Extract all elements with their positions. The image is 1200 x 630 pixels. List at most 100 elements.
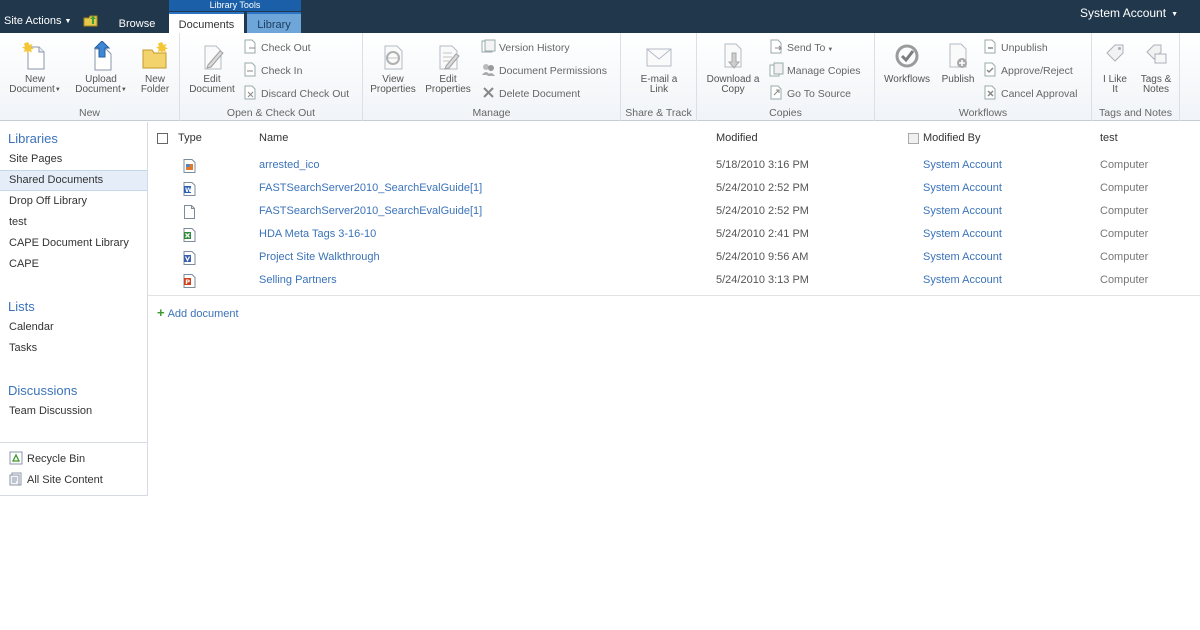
view-properties-label-2: Properties	[370, 84, 416, 95]
document-link[interactable]: Project Site Walkthrough	[259, 251, 380, 263]
envelope-icon	[646, 48, 672, 67]
version-history-button[interactable]: Version History	[481, 39, 570, 56]
plus-icon: +	[157, 305, 165, 320]
nav-heading-libraries[interactable]: Libraries	[8, 131, 58, 146]
document-link[interactable]: FASTSearchServer2010_SearchEvalGuide[1]	[259, 182, 482, 194]
new-folder-button[interactable]: New Folder	[136, 41, 174, 95]
document-permissions-button[interactable]: Document Permissions	[481, 62, 607, 79]
add-document-link[interactable]: + Add document	[157, 305, 239, 320]
test-value: Computer	[1100, 228, 1149, 240]
workflows-button[interactable]: Workflows	[879, 41, 935, 85]
nav-item-calendar[interactable]: Calendar	[0, 317, 147, 338]
excel-doc-icon[interactable]	[183, 228, 196, 242]
document-link[interactable]: Selling Partners	[259, 274, 337, 286]
chevron-down-icon: ▼	[120, 87, 127, 93]
account-menu[interactable]: System Account ▼	[1080, 6, 1178, 20]
delete-document-label: Delete Document	[499, 88, 581, 100]
workflows-label: Workflows	[884, 74, 930, 85]
discard-check-out-button[interactable]: Discard Check Out	[243, 85, 349, 102]
test-value: Computer	[1100, 205, 1149, 217]
recycle-bin-link[interactable]: Recycle Bin	[9, 450, 85, 468]
upload-document-button[interactable]: Upload Document▼	[70, 41, 132, 95]
manage-copies-icon	[769, 62, 784, 77]
nav-heading-lists[interactable]: Lists	[8, 299, 35, 314]
image-file-icon[interactable]	[183, 159, 196, 173]
tab-documents[interactable]: Documents	[169, 12, 244, 34]
nav-item-tasks[interactable]: Tasks	[0, 338, 147, 359]
approve-reject-label: Approve/Reject	[1001, 65, 1073, 77]
publish-icon	[949, 43, 967, 68]
all-site-content-link[interactable]: All Site Content	[9, 471, 103, 489]
modified-by-link[interactable]: System Account	[923, 228, 1002, 240]
document-link[interactable]: FASTSearchServer2010_SearchEvalGuide[1]	[259, 205, 482, 217]
delete-document-button[interactable]: Delete Document	[481, 85, 580, 102]
modified-by-filter-checkbox[interactable]	[908, 133, 919, 144]
nav-item-cape-document-library[interactable]: CAPE Document Library	[0, 233, 147, 254]
column-header-modified-by[interactable]: Modified By	[923, 132, 980, 144]
tab-library[interactable]: Library	[247, 12, 301, 33]
modified-by-link[interactable]: System Account	[923, 182, 1002, 194]
column-header-type[interactable]: Type	[178, 132, 202, 144]
nav-item-test[interactable]: test	[0, 212, 147, 233]
tags-notes-button[interactable]: Tags & Notes	[1136, 41, 1176, 95]
nav-item-shared-documents[interactable]: Shared Documents	[0, 170, 147, 191]
modified-date: 5/24/2010 2:52 PM	[716, 182, 809, 194]
delete-icon	[483, 87, 494, 98]
modified-by-link[interactable]: System Account	[923, 159, 1002, 171]
new-folder-label-2: Folder	[140, 84, 170, 95]
email-link-button[interactable]: E-mail a Link	[631, 41, 687, 95]
nav-item-team-discussion[interactable]: Team Discussion	[0, 401, 147, 422]
modified-by-link[interactable]: System Account	[923, 274, 1002, 286]
new-folder-icon	[142, 42, 168, 69]
upload-document-label-2: Document	[75, 84, 121, 95]
test-value: Computer	[1100, 159, 1149, 171]
nav-item-drop-off-library[interactable]: Drop Off Library	[0, 191, 147, 212]
column-header-modified[interactable]: Modified	[716, 132, 758, 144]
chevron-down-icon: ▼	[54, 87, 61, 93]
chevron-down-icon: ▼	[64, 18, 72, 25]
edit-document-button[interactable]: Edit Document	[184, 41, 240, 95]
send-to-button[interactable]: Send To ▼	[769, 39, 833, 56]
column-header-test[interactable]: test	[1100, 132, 1118, 144]
go-to-source-button[interactable]: Go To Source	[769, 85, 851, 102]
navigate-up-icon[interactable]	[83, 13, 100, 27]
unpublish-label: Unpublish	[1001, 42, 1048, 54]
unpublish-button[interactable]: Unpublish	[983, 39, 1048, 56]
approve-reject-button[interactable]: Approve/Reject	[983, 62, 1073, 79]
select-all-checkbox[interactable]	[157, 133, 168, 144]
modified-by-link[interactable]: System Account	[923, 251, 1002, 263]
cancel-approval-button[interactable]: Cancel Approval	[983, 85, 1077, 102]
visio-doc-icon[interactable]	[183, 251, 196, 265]
download-copy-button[interactable]: Download a Copy	[701, 41, 765, 95]
nav-item-cape[interactable]: CAPE	[0, 254, 147, 275]
tags-notes-icon	[1146, 44, 1167, 64]
view-properties-button[interactable]: View Properties	[367, 41, 419, 95]
powerpoint-doc-icon[interactable]: P	[183, 274, 196, 288]
edit-properties-button[interactable]: Edit Properties	[421, 41, 475, 95]
check-in-button[interactable]: Check In	[243, 62, 302, 79]
discard-check-out-icon	[244, 85, 256, 100]
ribbon-group-copies-label: Copies	[769, 107, 802, 119]
i-like-it-button[interactable]: I Like It	[1098, 41, 1132, 95]
modified-by-link[interactable]: System Account	[923, 205, 1002, 217]
modified-date: 5/24/2010 3:13 PM	[716, 274, 809, 286]
site-actions-menu[interactable]: Site Actions ▼	[4, 15, 71, 27]
document-link[interactable]: arrested_ico	[259, 159, 320, 171]
tab-browse[interactable]: Browse	[112, 16, 162, 33]
nav-item-site-pages[interactable]: Site Pages	[0, 149, 147, 170]
version-history-icon	[481, 39, 496, 53]
document-link[interactable]: HDA Meta Tags 3-16-10	[259, 228, 376, 240]
check-out-icon	[244, 39, 256, 54]
list-divider	[148, 295, 1200, 296]
publish-button[interactable]: Publish	[937, 41, 979, 85]
publish-label: Publish	[941, 74, 975, 85]
manage-copies-button[interactable]: Manage Copies	[769, 62, 861, 79]
check-out-button[interactable]: Check Out	[243, 39, 311, 56]
column-header-name[interactable]: Name	[259, 132, 288, 144]
new-document-button[interactable]: New Document▼	[4, 41, 66, 95]
generic-file-icon[interactable]	[183, 205, 196, 219]
ribbon-group-workflows-label: Workflows	[958, 107, 1008, 119]
tags-notes-label-2: Notes	[1142, 84, 1170, 95]
nav-heading-discussions[interactable]: Discussions	[8, 383, 77, 398]
word-doc-icon[interactable]: W	[183, 182, 196, 196]
